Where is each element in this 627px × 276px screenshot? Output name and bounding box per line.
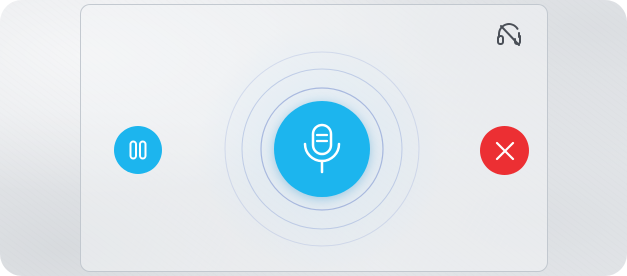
headset-toggle-button[interactable] xyxy=(494,20,524,48)
voice-widget-background xyxy=(0,0,627,276)
microphone-icon xyxy=(303,123,341,174)
headset-off-icon xyxy=(497,23,521,46)
close-icon xyxy=(495,141,514,160)
pause-icon xyxy=(129,140,147,160)
close-button[interactable] xyxy=(480,126,529,175)
microphone-button[interactable] xyxy=(274,101,370,197)
pause-button[interactable] xyxy=(114,126,162,174)
